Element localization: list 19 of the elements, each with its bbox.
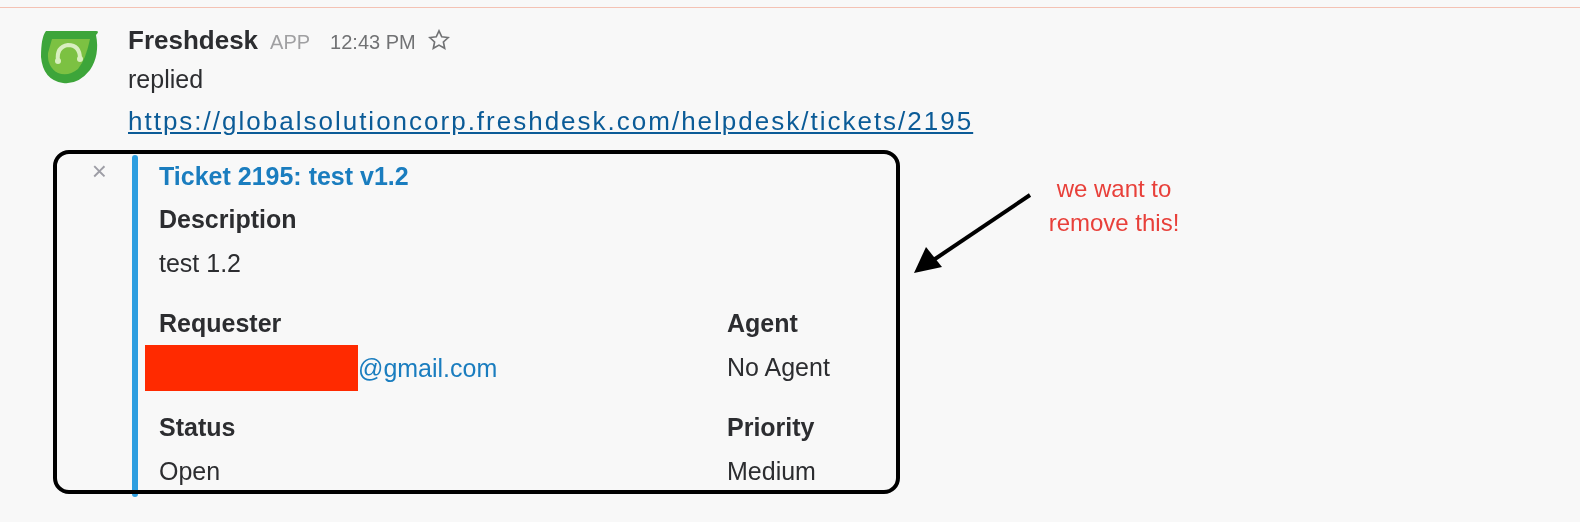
close-button[interactable]: × xyxy=(48,155,129,187)
email-link[interactable]: @gmail.com xyxy=(358,346,498,390)
field-label: Priority xyxy=(727,412,815,443)
field-label: Description xyxy=(159,204,297,235)
field-value: No Agent xyxy=(727,352,830,383)
star-icon[interactable] xyxy=(427,29,450,51)
message-time[interactable]: 12:43 PM xyxy=(330,31,416,54)
annotation-note: we want to remove this! xyxy=(1047,174,1181,238)
field-value: Open xyxy=(159,456,221,487)
message-text: replied xyxy=(128,64,205,95)
field-label: Agent xyxy=(727,308,798,339)
field-label: Status xyxy=(159,412,236,443)
field-value: Medium xyxy=(727,456,816,487)
ticket-title[interactable]: Ticket 2195: test v1.2 xyxy=(159,155,409,197)
ticket-link[interactable]: https://globalsolutioncorp.freshdesk.com/helpdesk/tickets/2195 xyxy=(128,101,974,141)
app-label: APP xyxy=(270,31,311,54)
sender-name[interactable]: Freshdesk xyxy=(128,25,259,56)
field-value: test 1.2 xyxy=(159,248,241,279)
field-label: Requester xyxy=(159,308,282,339)
